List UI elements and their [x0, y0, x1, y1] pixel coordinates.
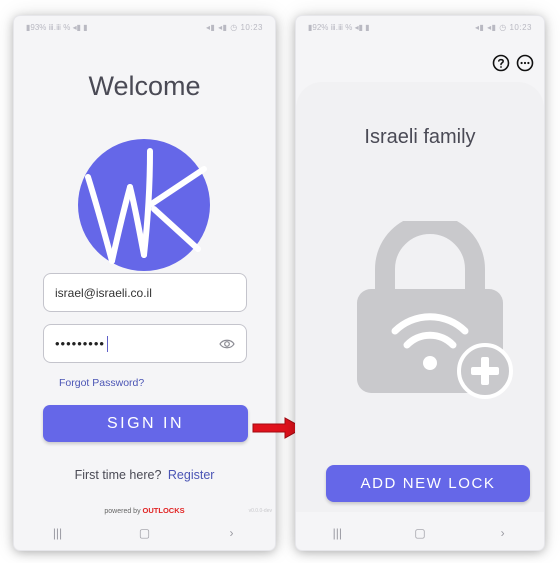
password-field[interactable]: •••••••••	[43, 324, 247, 363]
system-nav-bar: ||| ▢ ›	[296, 516, 544, 550]
add-new-lock-button[interactable]: ADD NEW LOCK	[326, 465, 530, 502]
powered-by-text: powered by	[104, 508, 141, 515]
status-bar: ▮92% ⅲ.ⅲ % ◂▮ ▮ ◂▮ ◂▮ ◷ 10:23	[296, 16, 544, 38]
version-text: v0.0.0-dev	[248, 508, 272, 514]
back-button[interactable]: ›	[212, 526, 252, 540]
recent-apps-button[interactable]: |||	[317, 526, 357, 540]
locks-screen: ▮92% ⅲ.ⅲ % ◂▮ ▮ ◂▮ ◂▮ ◷ 10:23 Israeli fa…	[296, 16, 544, 550]
family-name: Israeli family	[364, 126, 476, 148]
brand-name: OUTLOCKS	[142, 506, 185, 515]
register-prompt: First time here? Register	[14, 468, 275, 482]
login-screen: ▮93% ⅲ.ⅲ % ◂▮ ▮ ◂▮ ◂▮ ◷ 10:23 Welcome is…	[14, 16, 275, 550]
eye-icon[interactable]	[219, 338, 235, 350]
status-left: ▮93% ⅲ.ⅲ % ◂▮ ▮	[26, 22, 88, 32]
welcome-title: Welcome	[88, 71, 201, 101]
home-button[interactable]: ▢	[125, 526, 165, 540]
system-nav-bar: ||| ▢ ›	[14, 516, 275, 550]
status-bar: ▮93% ⅲ.ⅲ % ◂▮ ▮ ◂▮ ◂▮ ◷ 10:23	[14, 16, 275, 38]
powered-by: powered by OUTLOCKS	[14, 506, 275, 515]
first-time-text: First time here?	[74, 468, 162, 482]
wk-logo	[78, 139, 210, 271]
status-right: ◂▮ ◂▮ ◷ 10:23	[205, 22, 263, 32]
back-button[interactable]: ›	[483, 526, 523, 540]
recent-apps-button[interactable]: |||	[38, 526, 78, 540]
text-cursor	[106, 335, 109, 352]
forgot-password-link[interactable]: Forgot Password?	[59, 377, 144, 389]
more-horizontal-icon[interactable]	[516, 54, 534, 72]
password-value: •••••••••	[55, 336, 105, 351]
help-circle-icon[interactable]	[492, 54, 510, 72]
status-left: ▮92% ⅲ.ⅲ % ◂▮ ▮	[308, 22, 370, 32]
register-link[interactable]: Register	[168, 468, 215, 482]
lock-wifi-plus-icon	[357, 221, 513, 399]
home-button[interactable]: ▢	[400, 526, 440, 540]
email-field[interactable]: israel@israeli.co.il	[43, 273, 247, 312]
status-right: ◂▮ ◂▮ ◷ 10:23	[474, 22, 532, 32]
sign-in-button[interactable]: SIGN IN	[43, 405, 248, 442]
email-value: israel@israeli.co.il	[55, 285, 152, 300]
top-actions	[492, 54, 534, 72]
